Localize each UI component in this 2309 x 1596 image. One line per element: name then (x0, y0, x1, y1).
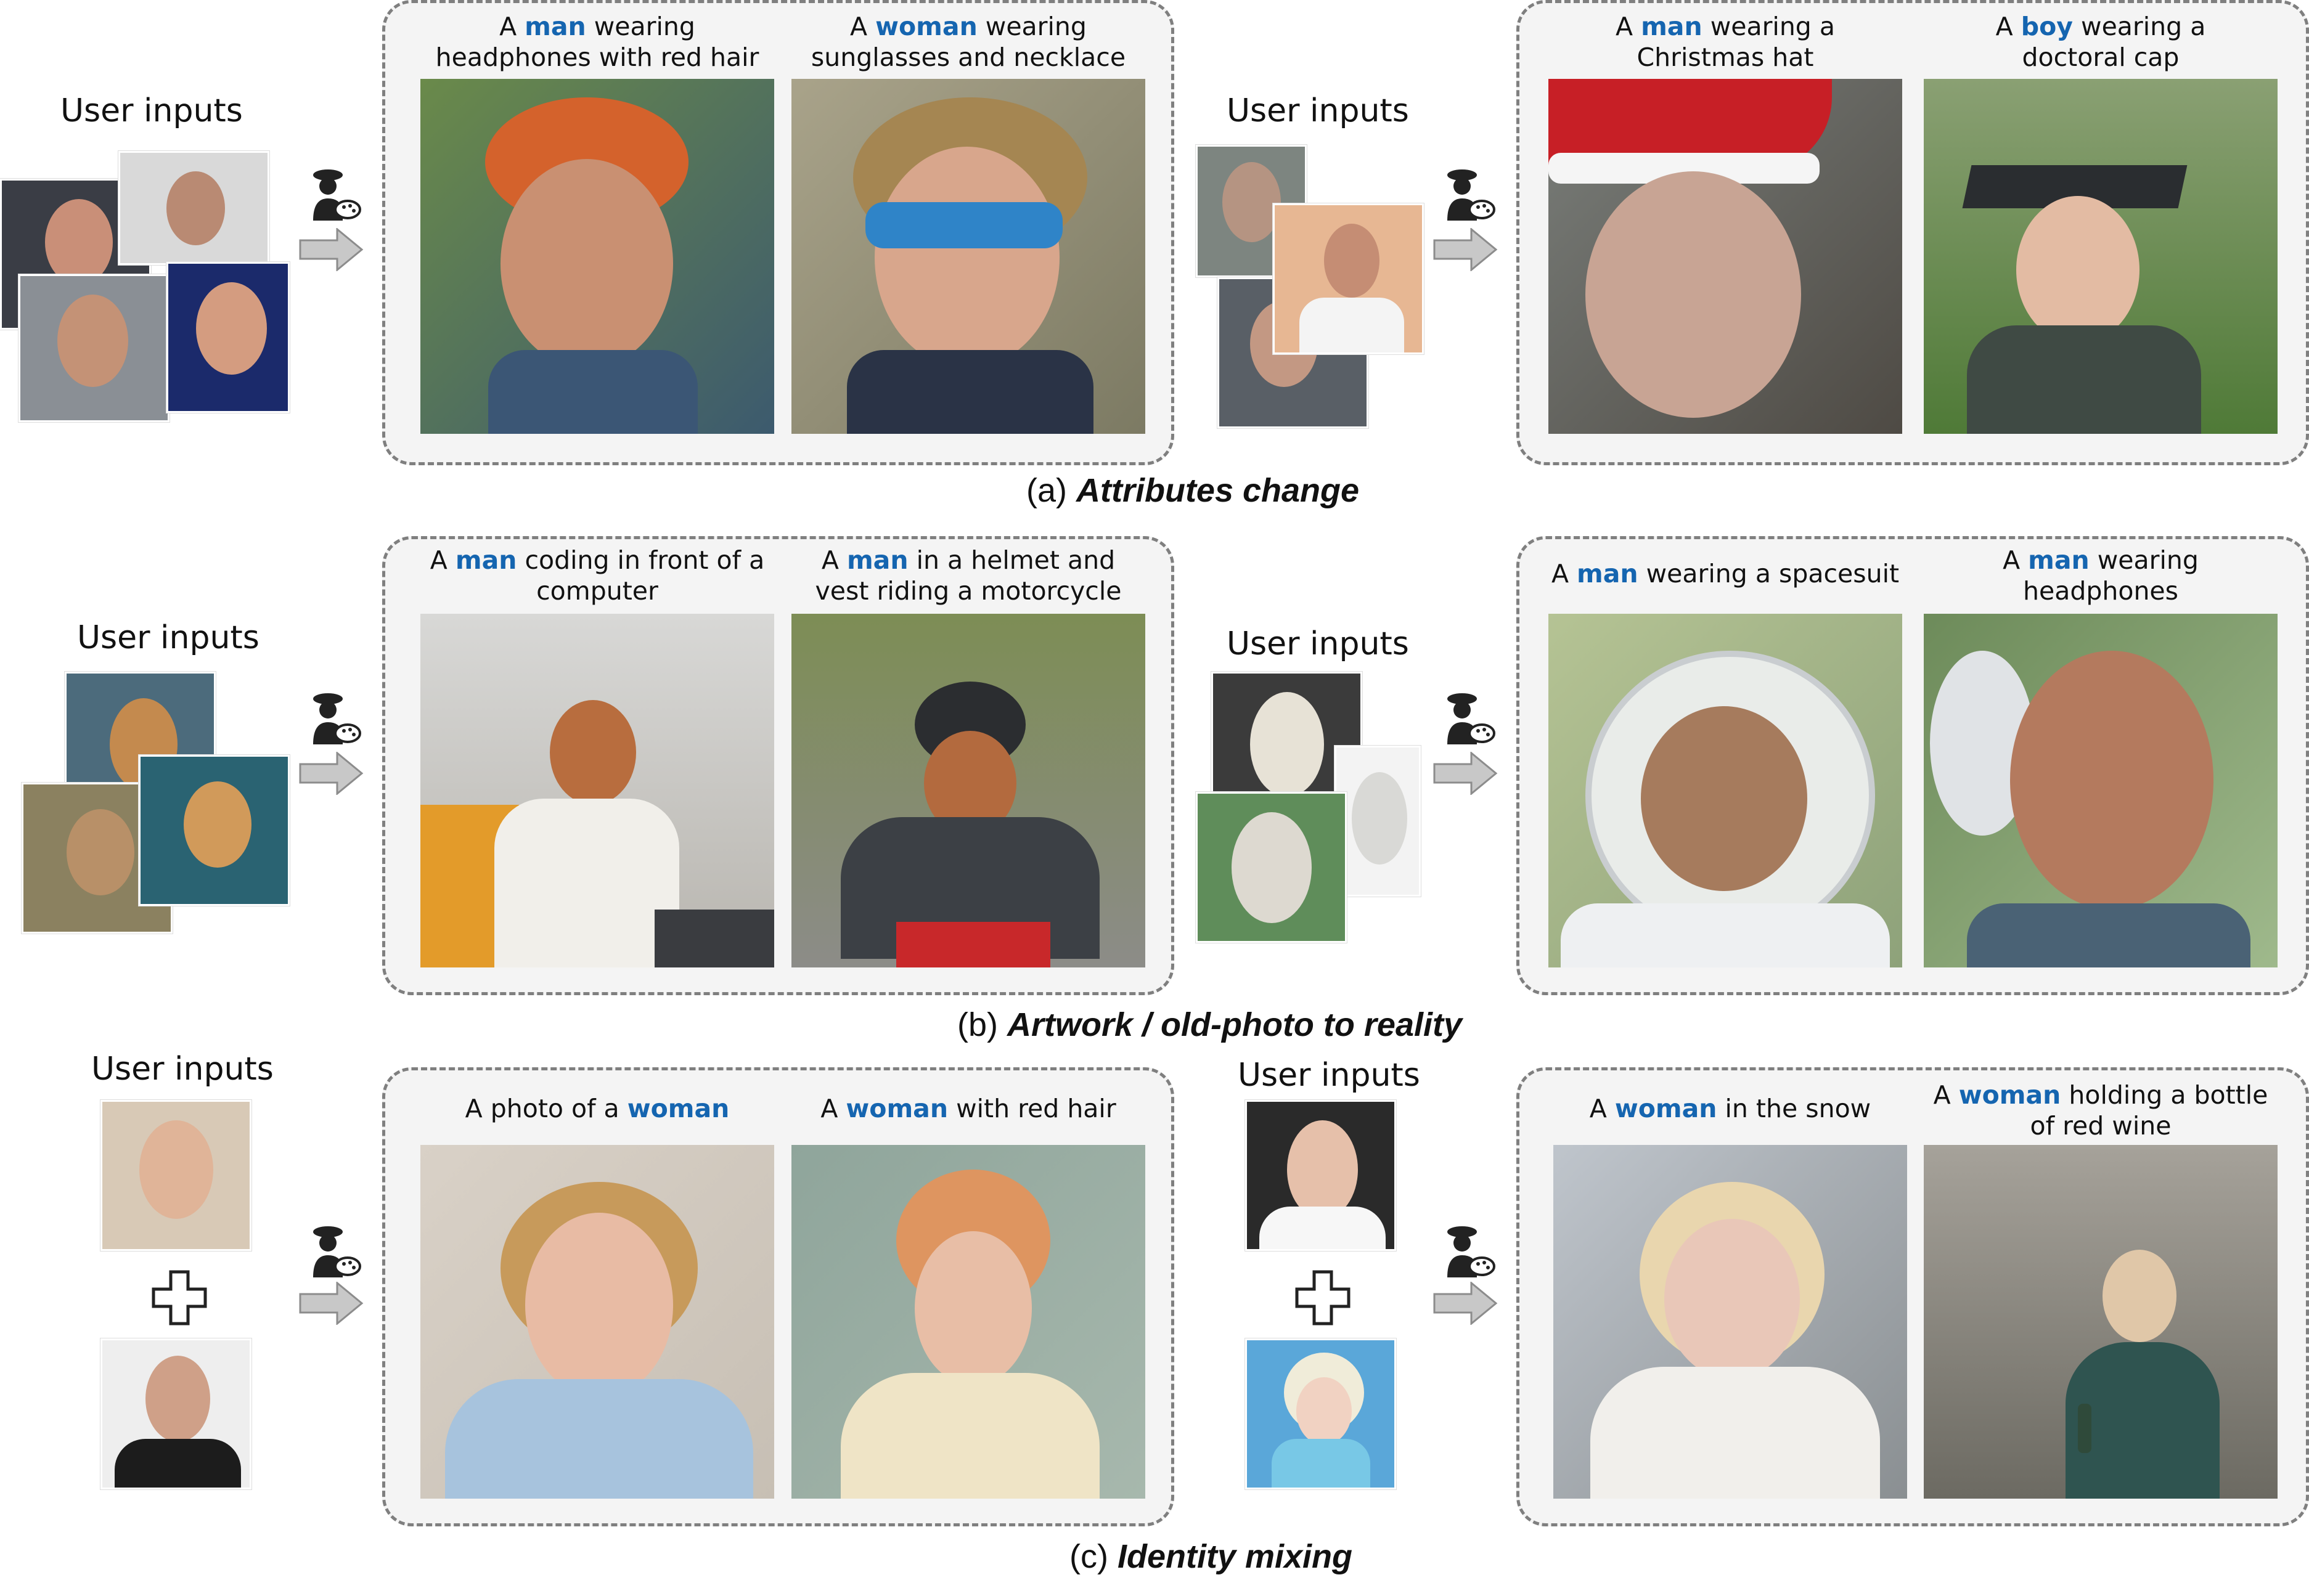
generated-image (791, 79, 1145, 434)
user-inputs-label-b2: User inputs (1227, 625, 1409, 662)
prompt-caption: A woman holding a bottle of red wine (1933, 1080, 2268, 1141)
generated-image (420, 1145, 774, 1499)
painter-palette-icon (302, 1223, 364, 1279)
right-arrow-icon (1433, 1282, 1498, 1325)
generated-image (791, 1145, 1145, 1499)
generated-image (420, 79, 774, 434)
input-photo (100, 1338, 251, 1489)
user-inputs-label-c2: User inputs (1238, 1057, 1420, 1094)
input-photo (18, 274, 170, 422)
painter-palette-icon (302, 166, 364, 222)
painter-palette-icon (1436, 1223, 1498, 1279)
user-inputs-label-a1: User inputs (60, 92, 243, 129)
section-label: (b) Artwork / old-photo to reality (957, 1006, 1462, 1043)
prompt-caption: A photo of a woman (465, 1094, 730, 1123)
section-label: (c) Identity mixing (1069, 1538, 1353, 1575)
input-photo (166, 262, 290, 413)
painter-palette-icon (302, 690, 364, 746)
generated-image (420, 614, 774, 967)
section-label: (a) Attributes change (1026, 472, 1360, 509)
right-arrow-icon (1433, 228, 1498, 271)
input-photo (1334, 746, 1421, 897)
input-photo (100, 1100, 251, 1251)
user-inputs-label-c1: User inputs (91, 1051, 274, 1088)
prompt-caption: A woman wearing sunglasses and necklace (811, 12, 1126, 72)
prompt-caption: A man wearing headphones with red hair (435, 12, 759, 72)
prompt-caption: A boy wearing a doctoral cap (1995, 12, 2206, 72)
plus-icon (151, 1269, 208, 1326)
prompt-caption: A man wearing a Christmas hat (1615, 12, 1835, 72)
prompt-caption: A woman with red hair (820, 1094, 1116, 1123)
input-photo (1273, 203, 1424, 354)
generated-image (1924, 614, 2278, 967)
prompt-caption: A man coding in front of a computer (430, 545, 765, 606)
user-inputs-label-b1: User inputs (77, 619, 260, 656)
generated-image (1924, 79, 2278, 434)
generated-image (1548, 614, 1902, 967)
input-photo (139, 755, 290, 906)
input-photo (1196, 792, 1347, 943)
generated-image (1924, 1145, 2278, 1499)
painter-palette-icon (1436, 166, 1498, 222)
input-photo (1245, 1100, 1396, 1251)
user-inputs-label-a2: User inputs (1227, 92, 1409, 129)
input-photo (118, 151, 269, 265)
input-photo (1245, 1338, 1396, 1489)
prompt-caption: A man in a helmet and vest riding a motor… (815, 545, 1122, 606)
generated-image (1548, 79, 1902, 434)
prompt-caption: A woman in the snow (1589, 1094, 1871, 1123)
right-arrow-icon (299, 752, 364, 795)
right-arrow-icon (299, 1282, 364, 1325)
right-arrow-icon (299, 228, 364, 271)
plus-icon (1294, 1269, 1351, 1326)
painter-palette-icon (1436, 690, 1498, 746)
generated-image (791, 614, 1145, 967)
generated-image (1553, 1145, 1907, 1499)
prompt-caption: A man wearing a spacesuit (1551, 559, 1900, 588)
right-arrow-icon (1433, 752, 1498, 795)
prompt-caption: A man wearing headphones (2003, 545, 2199, 606)
